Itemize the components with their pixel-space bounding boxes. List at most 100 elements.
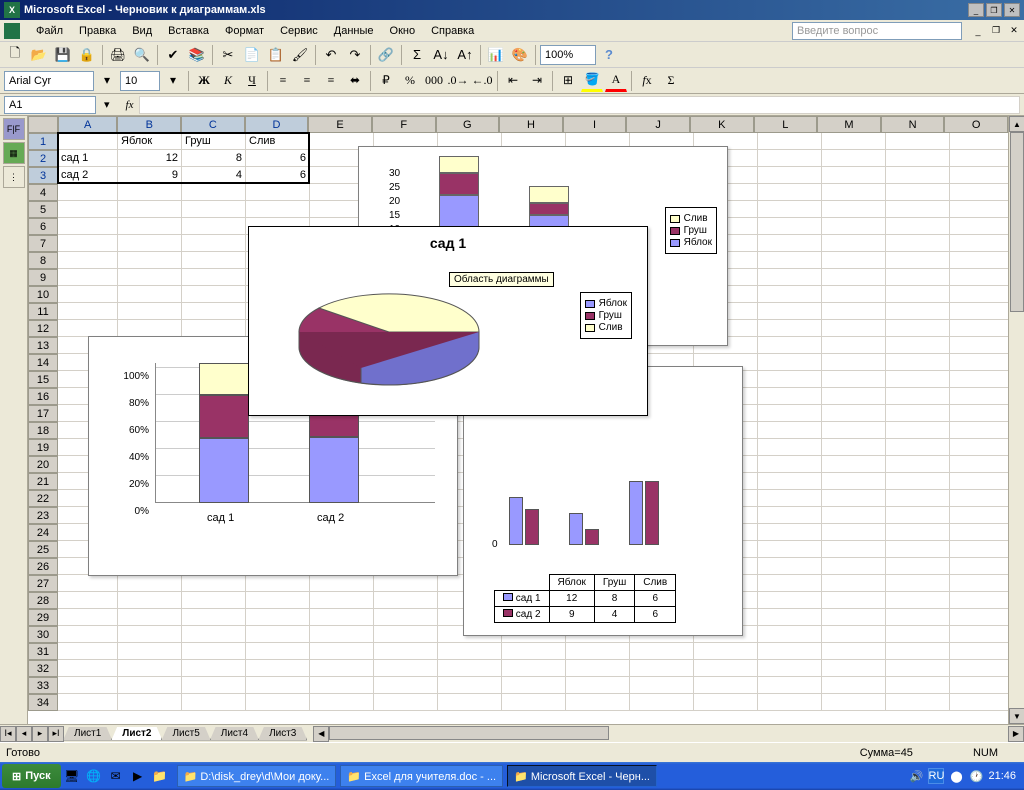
side-btn-3[interactable]: ⋮ bbox=[3, 166, 25, 188]
cell-empty[interactable] bbox=[950, 184, 1014, 201]
cell-empty[interactable] bbox=[886, 558, 950, 575]
tab-first-icon[interactable]: I◂ bbox=[0, 726, 16, 742]
cell-empty[interactable] bbox=[438, 677, 502, 694]
cell-empty[interactable] bbox=[886, 439, 950, 456]
col-header-N[interactable]: N bbox=[881, 116, 945, 133]
menu-file[interactable]: Файл bbox=[28, 23, 71, 39]
cell-empty[interactable] bbox=[886, 320, 950, 337]
cell-empty[interactable] bbox=[886, 490, 950, 507]
cell-empty[interactable] bbox=[58, 201, 118, 218]
cell-empty[interactable] bbox=[438, 694, 502, 711]
ql-mail-icon[interactable]: ✉ bbox=[106, 766, 126, 786]
cell-empty[interactable] bbox=[886, 473, 950, 490]
cell-empty[interactable] bbox=[758, 303, 822, 320]
cell-D3[interactable]: 6 bbox=[246, 167, 310, 184]
cell-empty[interactable] bbox=[630, 694, 694, 711]
cell-empty[interactable] bbox=[758, 677, 822, 694]
dropdown-icon[interactable]: ▾ bbox=[162, 70, 184, 92]
cell-empty[interactable] bbox=[694, 660, 758, 677]
cell-empty[interactable] bbox=[310, 592, 374, 609]
col-header-K[interactable]: K bbox=[690, 116, 754, 133]
row-header-29[interactable]: 29 bbox=[28, 609, 58, 626]
cell-empty[interactable] bbox=[758, 269, 822, 286]
cell-empty[interactable] bbox=[502, 660, 566, 677]
cell-empty[interactable] bbox=[758, 643, 822, 660]
cell-empty[interactable] bbox=[822, 507, 886, 524]
cell-empty[interactable] bbox=[950, 473, 1014, 490]
cell-empty[interactable] bbox=[246, 694, 310, 711]
col-header-I[interactable]: I bbox=[563, 116, 627, 133]
row-header-21[interactable]: 21 bbox=[28, 473, 58, 490]
cell-empty[interactable] bbox=[950, 269, 1014, 286]
scroll-thumb[interactable] bbox=[1010, 132, 1024, 312]
cell-empty[interactable] bbox=[310, 660, 374, 677]
menu-help[interactable]: Справка bbox=[423, 23, 482, 39]
ql-app-icon[interactable]: 📁 bbox=[150, 766, 170, 786]
cell-empty[interactable] bbox=[886, 694, 950, 711]
cell-empty[interactable] bbox=[58, 320, 118, 337]
row-header-30[interactable]: 30 bbox=[28, 626, 58, 643]
sort-asc-icon[interactable]: A↓ bbox=[430, 44, 452, 66]
cell-empty[interactable] bbox=[58, 660, 118, 677]
row-header-11[interactable]: 11 bbox=[28, 303, 58, 320]
cell-empty[interactable] bbox=[886, 303, 950, 320]
cell-empty[interactable] bbox=[950, 541, 1014, 558]
cell-empty[interactable] bbox=[822, 558, 886, 575]
cell-empty[interactable] bbox=[758, 660, 822, 677]
scroll-left-icon[interactable]: ◀ bbox=[313, 726, 329, 742]
tray-icon[interactable]: ⬤ bbox=[948, 768, 964, 784]
cell-empty[interactable] bbox=[950, 337, 1014, 354]
cell-empty[interactable] bbox=[118, 184, 182, 201]
decrease-indent-icon[interactable]: ⇤ bbox=[502, 70, 524, 92]
cell-empty[interactable] bbox=[886, 456, 950, 473]
autosum-icon[interactable]: Σ bbox=[406, 44, 428, 66]
undo-icon[interactable]: ↶ bbox=[320, 44, 342, 66]
cell-empty[interactable] bbox=[950, 677, 1014, 694]
sheet-tab-Лист1[interactable]: Лист1 bbox=[63, 727, 112, 741]
cell-empty[interactable] bbox=[950, 150, 1014, 167]
formula-input[interactable] bbox=[139, 96, 1020, 114]
scroll-down-icon[interactable]: ▼ bbox=[1009, 708, 1024, 724]
cell-D2[interactable]: 6 bbox=[246, 150, 310, 167]
taskbar-task[interactable]: 📁 D:\disk_drey\d\Мои доку... bbox=[177, 765, 337, 787]
cell-empty[interactable] bbox=[438, 660, 502, 677]
cell-empty[interactable] bbox=[310, 677, 374, 694]
row-header-19[interactable]: 19 bbox=[28, 439, 58, 456]
workbook-minimize[interactable]: _ bbox=[972, 25, 984, 37]
cell-empty[interactable] bbox=[950, 218, 1014, 235]
row-header-6[interactable]: 6 bbox=[28, 218, 58, 235]
cell-empty[interactable] bbox=[566, 677, 630, 694]
cell-empty[interactable] bbox=[950, 660, 1014, 677]
cell-empty[interactable] bbox=[58, 286, 118, 303]
cell-empty[interactable] bbox=[502, 643, 566, 660]
cell-empty[interactable] bbox=[374, 626, 438, 643]
cell-empty[interactable] bbox=[822, 643, 886, 660]
cell-empty[interactable] bbox=[182, 660, 246, 677]
cell-empty[interactable] bbox=[758, 609, 822, 626]
cell-empty[interactable] bbox=[822, 677, 886, 694]
cell-empty[interactable] bbox=[822, 439, 886, 456]
cell-empty[interactable] bbox=[758, 694, 822, 711]
row-header-28[interactable]: 28 bbox=[28, 592, 58, 609]
cell-empty[interactable] bbox=[246, 643, 310, 660]
tray-lang[interactable]: RU bbox=[928, 768, 944, 784]
cell-empty[interactable] bbox=[58, 626, 118, 643]
cell-empty[interactable] bbox=[886, 286, 950, 303]
cell-empty[interactable] bbox=[758, 456, 822, 473]
cell-empty[interactable] bbox=[886, 150, 950, 167]
menu-format[interactable]: Формат bbox=[217, 23, 272, 39]
cell-empty[interactable] bbox=[950, 201, 1014, 218]
cell-empty[interactable] bbox=[758, 422, 822, 439]
cell-empty[interactable] bbox=[822, 218, 886, 235]
cell-empty[interactable] bbox=[182, 252, 246, 269]
cell-empty[interactable] bbox=[822, 354, 886, 371]
print-preview-icon[interactable]: 🔍 bbox=[131, 44, 153, 66]
cell-empty[interactable] bbox=[950, 303, 1014, 320]
cell-empty[interactable] bbox=[58, 592, 118, 609]
side-btn-1[interactable]: F|F bbox=[3, 118, 25, 140]
row-header-17[interactable]: 17 bbox=[28, 405, 58, 422]
function-icon[interactable]: fx bbox=[636, 70, 658, 92]
row-header-22[interactable]: 22 bbox=[28, 490, 58, 507]
cell-empty[interactable] bbox=[886, 354, 950, 371]
cell-empty[interactable] bbox=[886, 541, 950, 558]
